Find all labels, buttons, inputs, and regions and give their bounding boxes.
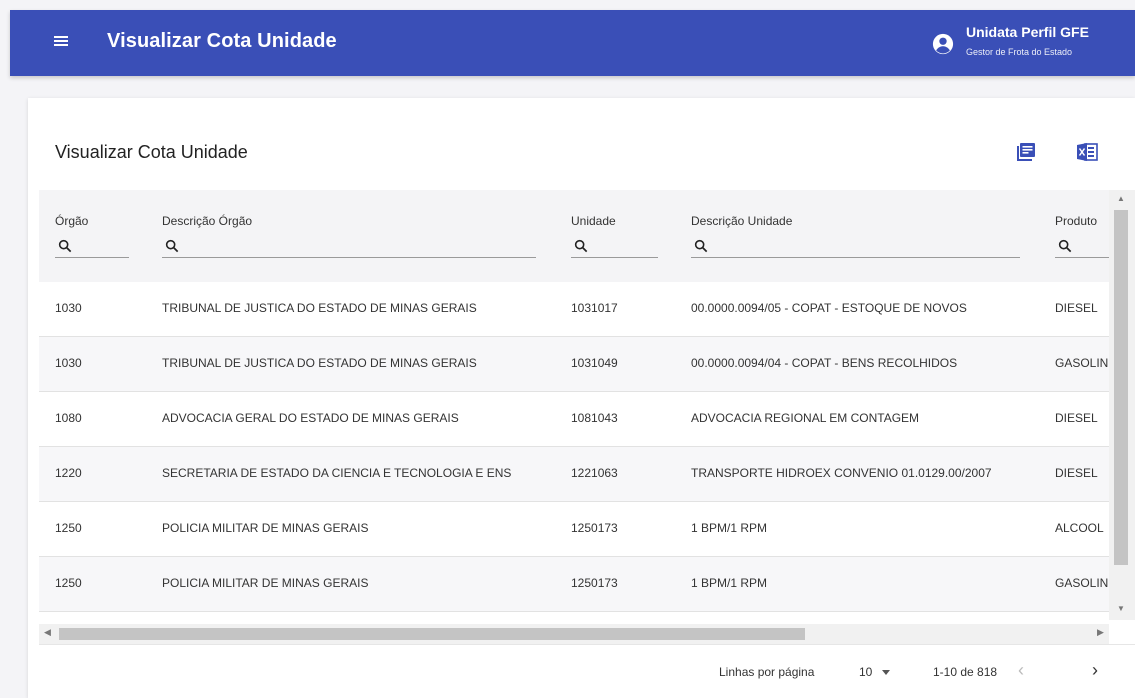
cell-descricao-unidade: 1 BPM/1 RPM (691, 521, 768, 535)
horizontal-scroll-thumb[interactable] (59, 628, 805, 640)
cell-unidade: 1221063 (571, 466, 618, 480)
pdf-export-icon[interactable] (1014, 140, 1038, 164)
table-row[interactable]: 1080 ADVOCACIA GERAL DO ESTADO DE MINAS … (39, 392, 1109, 447)
pagination-range: 1-10 de 818 (933, 665, 998, 679)
cell-unidade: 1031017 (571, 301, 618, 315)
descricao-unidade-filter-input[interactable] (691, 236, 1020, 258)
column-header-label: Descrição Unidade (691, 214, 793, 228)
cell-descricao-orgao: POLICIA MILITAR DE MINAS GERAIS (162, 521, 369, 535)
cell-unidade: 1250173 (571, 576, 618, 590)
cell-descricao-unidade: TRANSPORTE HIDROEX CONVENIO 01.0129.00/2… (691, 466, 992, 480)
table-row[interactable]: 1250 POLICIA MILITAR DE MINAS GERAIS 125… (39, 557, 1109, 612)
scroll-down-icon[interactable]: ▼ (1117, 604, 1125, 613)
descricao-orgao-filter-input[interactable] (162, 236, 536, 258)
rows-per-page-label: Linhas por página (719, 665, 815, 679)
table-row[interactable]: 1220 SECRETARIA DE ESTADO DA CIENCIA E T… (39, 447, 1109, 502)
column-descricao-unidade: Descrição Unidade (691, 214, 1020, 258)
app-title: Visualizar Cota Unidade (107, 30, 337, 52)
user-role: Gestor de Frota do Estado (966, 47, 1073, 57)
cell-descricao-orgao: SECRETARIA DE ESTADO DA CIENCIA E TECNOL… (162, 466, 512, 480)
cell-unidade: 1031049 (571, 356, 618, 370)
scroll-right-icon[interactable]: ▶ (1097, 627, 1104, 638)
column-produto: Produto (1055, 214, 1115, 258)
cell-descricao-unidade: 00.0000.0094/05 - COPAT - ESTOQUE DE NOV… (691, 301, 967, 315)
cell-descricao-orgao: POLICIA MILITAR DE MINAS GERAIS (162, 576, 369, 590)
cell-descricao-unidade: 00.0000.0094/04 - COPAT - BENS RECOLHIDO… (691, 356, 958, 370)
user-name: Unidata Perfil GFE (966, 24, 1089, 40)
table-row[interactable]: 1030 TRIBUNAL DE JUSTICA DO ESTADO DE MI… (39, 282, 1109, 337)
chevron-right-icon: › (1092, 660, 1098, 680)
data-table: Órgão Descrição Órgão Unidade Descrição … (39, 190, 1135, 620)
cell-orgao: 1080 (55, 411, 82, 425)
cell-produto: GASOLIN (1055, 576, 1109, 590)
table-row[interactable]: 1030 TRIBUNAL DE JUSTICA DO ESTADO DE MI… (39, 337, 1109, 392)
cell-produto: GASOLIN (1055, 356, 1109, 370)
chevron-left-icon: ‹ (1018, 660, 1024, 680)
previous-page-button[interactable]: ‹ (1018, 660, 1040, 682)
cell-produto: DIESEL (1055, 301, 1098, 315)
excel-export-icon[interactable] (1075, 140, 1099, 164)
scroll-left-icon[interactable]: ◀ (44, 627, 51, 638)
cell-produto: ALCOOL (1055, 521, 1104, 535)
vertical-scroll-thumb[interactable] (1114, 210, 1128, 565)
chevron-down-icon (882, 670, 891, 676)
column-header-label: Unidade (571, 214, 616, 228)
search-icon (574, 239, 588, 253)
rows-per-page-select[interactable]: 10 (859, 665, 891, 679)
search-icon (1058, 239, 1072, 253)
cell-orgao: 1030 (55, 301, 82, 315)
cell-descricao-unidade: ADVOCACIA REGIONAL EM CONTAGEM (691, 411, 920, 425)
orgao-filter-input[interactable] (55, 236, 129, 258)
table-header: Órgão Descrição Órgão Unidade Descrição … (39, 190, 1115, 282)
search-icon (694, 239, 708, 253)
horizontal-scrollbar[interactable]: ◀ ▶ (39, 624, 1109, 644)
cell-orgao: 1220 (55, 466, 82, 480)
rows-per-page-value: 10 (859, 665, 873, 679)
menu-icon[interactable] (52, 34, 70, 52)
cell-unidade: 1250173 (571, 521, 618, 535)
search-icon (58, 239, 72, 253)
app-bar: Visualizar Cota Unidade Unidata Perfil G… (10, 10, 1135, 76)
cell-unidade: 1081043 (571, 411, 618, 425)
column-header-label: Descrição Órgão (162, 214, 253, 228)
cell-orgao: 1250 (55, 576, 82, 590)
cell-descricao-unidade: 1 BPM/1 RPM (691, 576, 768, 590)
column-descricao-orgao: Descrição Órgão (162, 214, 536, 258)
cell-produto: DIESEL (1055, 466, 1098, 480)
card-title: Visualizar Cota Unidade (55, 142, 248, 162)
column-header-label: Órgão (55, 214, 89, 228)
cell-orgao: 1030 (55, 356, 82, 370)
column-header-label: Produto (1055, 214, 1098, 228)
next-page-button[interactable]: › (1092, 660, 1114, 682)
account-circle-icon (932, 33, 954, 55)
scroll-up-icon[interactable]: ▲ (1117, 194, 1125, 203)
vertical-scrollbar[interactable]: ▲ ▼ (1109, 190, 1135, 620)
produto-filter-input[interactable] (1055, 236, 1115, 258)
column-unidade: Unidade (571, 214, 658, 258)
unidade-filter-input[interactable] (571, 236, 658, 258)
column-orgao: Órgão (55, 214, 129, 258)
card-header: Visualizar Cota Unidade (39, 110, 1135, 190)
table-row[interactable]: 1250 POLICIA MILITAR DE MINAS GERAIS 125… (39, 502, 1109, 557)
cell-produto: DIESEL (1055, 411, 1098, 425)
cell-descricao-orgao: TRIBUNAL DE JUSTICA DO ESTADO DE MINAS G… (162, 356, 477, 370)
cell-descricao-orgao: ADVOCACIA GERAL DO ESTADO DE MINAS GERAI… (162, 411, 459, 425)
table-pagination: Linhas por página 10 1-10 de 818 ‹ › (39, 644, 1135, 698)
cell-descricao-orgao: TRIBUNAL DE JUSTICA DO ESTADO DE MINAS G… (162, 301, 477, 315)
content-card: Visualizar Cota Unidade Órgão Descrição … (28, 98, 1135, 698)
cell-orgao: 1250 (55, 521, 82, 535)
search-icon (165, 239, 179, 253)
